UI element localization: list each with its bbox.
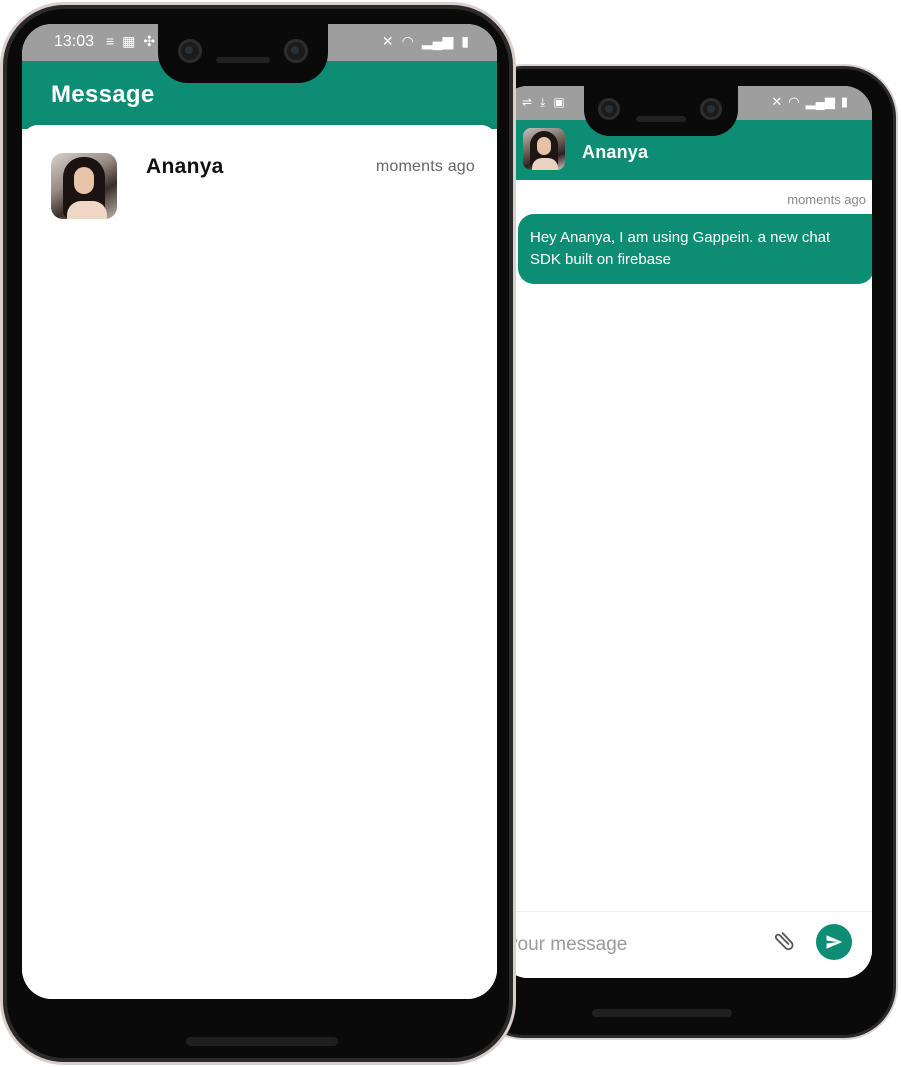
- earpiece-speaker: [636, 116, 686, 122]
- front-camera-notch: [158, 21, 328, 83]
- notification-icon: ≡: [106, 33, 115, 49]
- conversation-list: Ananya moments ago: [22, 125, 497, 999]
- earpiece-speaker: [216, 57, 270, 63]
- mute-icon: ✕: [771, 94, 783, 109]
- battery-icon: ▮: [840, 94, 848, 109]
- status-icons-right: ✕ ◠ ▂▄▆ ▮: [382, 33, 469, 50]
- signal-icon: ▂▄▆: [421, 33, 454, 49]
- wifi-icon: ◠: [401, 33, 414, 49]
- avatar-shoulder: [67, 201, 107, 219]
- avatar-face: [537, 137, 551, 155]
- send-icon: [826, 935, 843, 949]
- avatar: [51, 153, 117, 219]
- status-icons-left: ≡ ▦ ✣: [106, 33, 155, 50]
- message-timestamp: moments ago: [787, 192, 866, 207]
- send-button[interactable]: [816, 924, 852, 960]
- bottom-speaker: [186, 1037, 338, 1046]
- sliders-icon: ⇌: [522, 95, 533, 109]
- message-list-screen: 13:03 ≡ ▦ ✣ ✕ ◠ ▂▄▆ ▮ Message Ananya mom…: [22, 24, 497, 999]
- front-camera-notch: [584, 84, 738, 136]
- message-composer: [500, 911, 872, 978]
- chat-phone-frame: ⇌ ⤓ ▣ ✕ ◠ ▂▄▆ ▮ Ananya moments ago Hey A…: [470, 64, 898, 1040]
- message-bubble[interactable]: Hey Ananya, I am using Gappein. a new ch…: [518, 214, 872, 284]
- image-icon: ▣: [553, 95, 565, 109]
- page-title: Message: [51, 81, 155, 108]
- avatar-face: [74, 167, 94, 194]
- conversation-time: moments ago: [375, 158, 475, 175]
- download-icon: ⤓: [540, 95, 546, 109]
- slack-icon: ✣: [143, 33, 156, 49]
- status-time: 13:03: [54, 33, 95, 50]
- list-phone-frame: 13:03 ≡ ▦ ✣ ✕ ◠ ▂▄▆ ▮ Message Ananya mom…: [0, 2, 516, 1065]
- mute-icon: ✕: [381, 33, 394, 49]
- conversation-name: Ananya: [146, 155, 224, 178]
- camera-icon: [284, 39, 308, 63]
- contact-name[interactable]: Ananya: [582, 142, 648, 163]
- status-icons-right: ✕ ◠ ▂▄▆ ▮: [771, 94, 848, 110]
- wifi-icon: ◠: [788, 94, 800, 109]
- bottom-speaker: [592, 1009, 732, 1017]
- signal-icon: ▂▄▆: [805, 94, 835, 109]
- paperclip-icon[interactable]: [768, 930, 798, 960]
- message-area: [500, 180, 872, 913]
- battery-icon: ▮: [461, 33, 469, 49]
- camera-icon: [178, 39, 202, 63]
- camera-icon: [700, 98, 722, 120]
- calendar-icon: ▦: [122, 33, 136, 49]
- avatar-shoulder: [532, 158, 558, 170]
- contact-avatar[interactable]: [523, 128, 565, 170]
- chat-screen: ⇌ ⤓ ▣ ✕ ◠ ▂▄▆ ▮ Ananya moments ago Hey A…: [500, 86, 872, 978]
- message-input[interactable]: [500, 930, 740, 960]
- list-item[interactable]: Ananya moments ago: [22, 125, 497, 225]
- camera-icon: [598, 98, 620, 120]
- status-icons-left: ⇌ ⤓ ▣: [522, 95, 565, 110]
